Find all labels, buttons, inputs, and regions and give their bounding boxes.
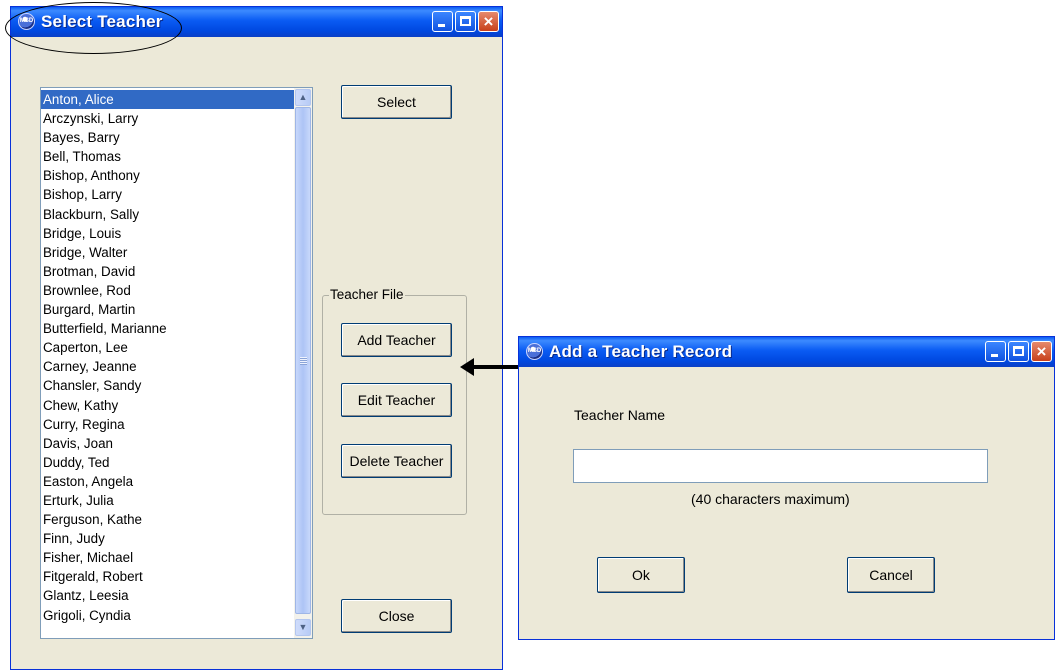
minimize-button[interactable]: [985, 341, 1006, 362]
list-item[interactable]: Bridge, Walter: [41, 243, 294, 262]
teacher-name-label: Teacher Name: [574, 407, 666, 423]
ok-button[interactable]: Ok: [597, 557, 685, 593]
close-window-button[interactable]: ×: [478, 11, 499, 32]
list-item[interactable]: Erturk, Julia: [41, 491, 294, 510]
list-item[interactable]: Glantz, Leesia: [41, 586, 294, 605]
window-title: Add a Teacher Record: [549, 342, 733, 361]
list-item[interactable]: Chew, Kathy: [41, 396, 294, 415]
grip-icon: [300, 356, 307, 365]
edit-teacher-button[interactable]: Edit Teacher: [341, 383, 452, 417]
teacher-list-items: Anton, Alice Arczynski, Larry Bayes, Barry…: [41, 90, 294, 625]
list-item[interactable]: Brotman, David: [41, 262, 294, 281]
list-item[interactable]: Anton, Alice: [41, 90, 294, 110]
maximize-button[interactable]: [455, 11, 476, 32]
maximize-button[interactable]: [1008, 341, 1029, 362]
cancel-button[interactable]: Cancel: [847, 557, 935, 593]
list-item[interactable]: Burgard, Martin: [41, 300, 294, 319]
list-item[interactable]: Bishop, Larry: [41, 185, 294, 204]
list-item[interactable]: Brownlee, Rod: [41, 281, 294, 300]
close-icon: ×: [483, 12, 494, 31]
scroll-thumb[interactable]: [295, 107, 311, 614]
group-label: Teacher File: [329, 287, 405, 302]
maximize-icon: [1013, 346, 1024, 356]
list-item[interactable]: Bridge, Louis: [41, 224, 294, 243]
minimize-icon: [438, 24, 445, 27]
list-item[interactable]: Davis, Joan: [41, 434, 294, 453]
list-item[interactable]: Butterfield, Marianne: [41, 319, 294, 338]
list-item[interactable]: Duddy, Ted: [41, 453, 294, 472]
scroll-up-button[interactable]: ▲: [295, 89, 311, 106]
annotation-oval: [5, 2, 182, 54]
max-length-hint: (40 characters maximum): [691, 491, 850, 507]
list-item[interactable]: Curry, Regina: [41, 415, 294, 434]
close-icon: ×: [1036, 342, 1047, 361]
list-item[interactable]: Ferguson, Kathe: [41, 510, 294, 529]
list-item[interactable]: Carney, Jeanne: [41, 357, 294, 376]
list-item[interactable]: Grigoli, Cyndia: [41, 606, 294, 625]
list-item[interactable]: Chansler, Sandy: [41, 376, 294, 395]
title-bar[interactable]: MSD Add a Teacher Record ×: [519, 337, 1054, 367]
scroll-down-button[interactable]: ▼: [295, 619, 311, 636]
list-item[interactable]: Arczynski, Larry: [41, 109, 294, 128]
add-teacher-window: MSD Add a Teacher Record × Teacher Name …: [518, 336, 1055, 640]
close-button[interactable]: Close: [341, 599, 452, 633]
list-item[interactable]: Blackburn, Sally: [41, 205, 294, 224]
select-button[interactable]: Select: [341, 85, 452, 119]
list-item[interactable]: Fisher, Michael: [41, 548, 294, 567]
list-item[interactable]: Bishop, Anthony: [41, 166, 294, 185]
add-teacher-button[interactable]: Add Teacher: [341, 323, 452, 357]
list-item[interactable]: Bayes, Barry: [41, 128, 294, 147]
teacher-list[interactable]: Anton, Alice Arczynski, Larry Bayes, Barry…: [40, 87, 313, 639]
maximize-icon: [460, 16, 471, 26]
select-teacher-window: MSD Select Teacher × Anton, Alice Arczyns…: [10, 6, 503, 670]
teacher-name-input[interactable]: [573, 449, 988, 483]
list-item[interactable]: Easton, Angela: [41, 472, 294, 491]
list-scrollbar[interactable]: ▲ ▼: [294, 88, 312, 638]
list-item[interactable]: Fitgerald, Robert: [41, 567, 294, 586]
list-item[interactable]: Finn, Judy: [41, 529, 294, 548]
minimize-icon: [991, 354, 998, 357]
app-logo-icon: MSD: [526, 343, 543, 360]
list-item[interactable]: Caperton, Lee: [41, 338, 294, 357]
close-window-button[interactable]: ×: [1031, 341, 1052, 362]
delete-teacher-button[interactable]: Delete Teacher: [341, 444, 452, 478]
list-item[interactable]: Bell, Thomas: [41, 147, 294, 166]
minimize-button[interactable]: [432, 11, 453, 32]
